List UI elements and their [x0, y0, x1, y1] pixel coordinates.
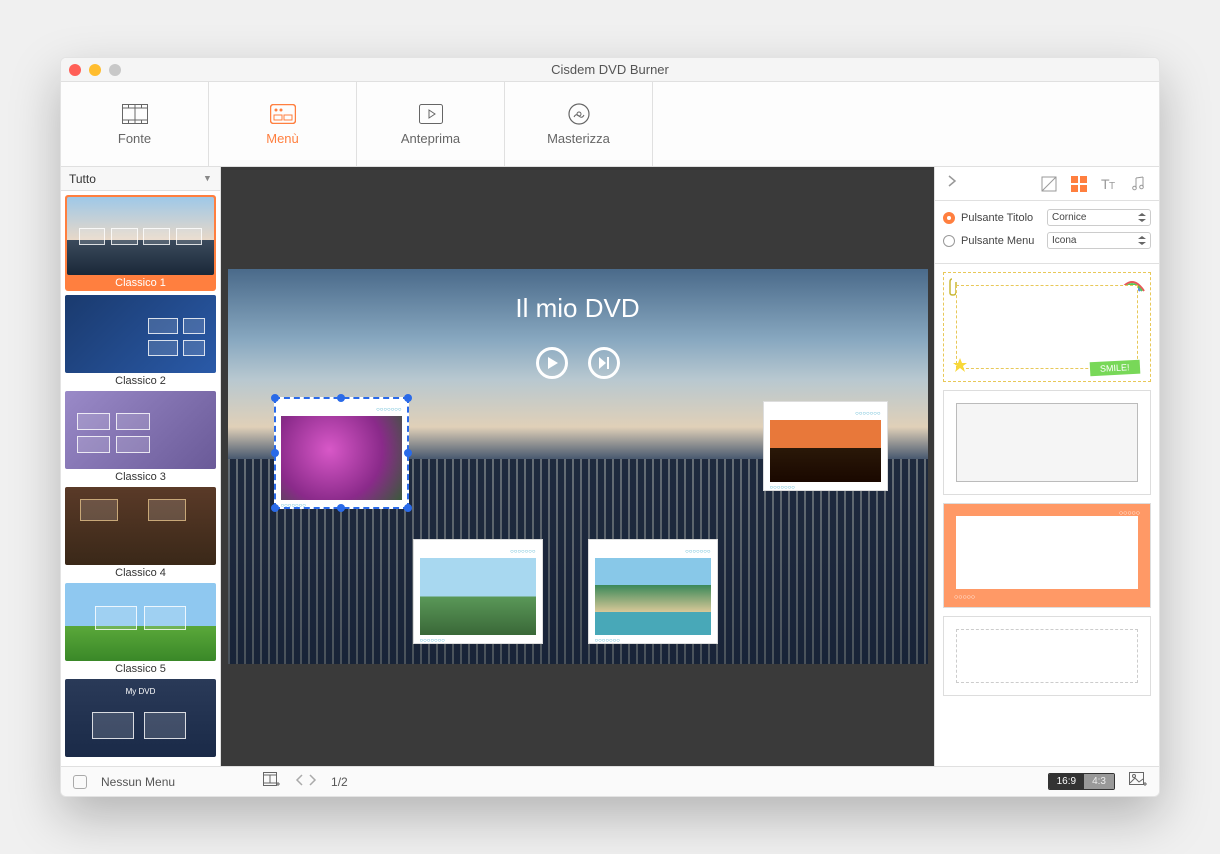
canvas-area: Il mio DVD: [221, 167, 934, 766]
main-toolbar: Fonte Menù Anteprima Masterizza: [61, 82, 1159, 167]
minimize-icon[interactable]: [89, 64, 101, 76]
smile-badge: SMILE!: [1090, 360, 1140, 377]
properties-tabs: TT: [935, 167, 1159, 201]
template-label: Classico 4: [115, 567, 166, 579]
frame-option-smile[interactable]: SMILE!: [943, 272, 1151, 382]
tab-label: Anteprima: [401, 131, 460, 146]
title-button-select[interactable]: Cornice: [1047, 209, 1151, 226]
close-icon[interactable]: [69, 64, 81, 76]
tab-label: Menù: [266, 131, 299, 146]
template-preview: [65, 391, 216, 469]
template-item-my-dvd[interactable]: My DVD: [65, 679, 216, 757]
menu-button-row: Pulsante Menu Icona: [943, 232, 1151, 249]
template-item-classico-3[interactable]: Classico 3: [65, 391, 216, 483]
burn-icon: [565, 103, 593, 125]
tab-background[interactable]: [1041, 176, 1057, 192]
next-button[interactable]: [588, 347, 620, 379]
tab-masterizza[interactable]: Masterizza: [505, 82, 653, 166]
traffic-lights: [69, 64, 121, 76]
template-item-classico-2[interactable]: Classico 2: [65, 295, 216, 387]
template-label: Classico 3: [115, 471, 166, 483]
properties-panel: TT Pulsante Titolo Cornice Pulsante Menu…: [934, 167, 1159, 766]
status-bar: Nessun Menu 1/2 16:9 4:3: [61, 766, 1159, 796]
add-chapter-icon[interactable]: [263, 772, 281, 791]
tab-music[interactable]: [1131, 176, 1147, 192]
title-clip-2[interactable]: [763, 401, 888, 491]
menu-icon: [269, 103, 297, 125]
template-list[interactable]: Classico 1 Classico 2: [61, 191, 220, 766]
template-filter-dropdown[interactable]: Tutto ▲: [61, 167, 220, 191]
svg-text:T: T: [1109, 181, 1115, 192]
dropdown-value: Tutto: [69, 172, 96, 186]
aspect-ratio-toggle[interactable]: 16:9 4:3: [1048, 773, 1115, 790]
star-icon: [952, 357, 968, 373]
frame-option-dots[interactable]: ○○○○○ ○○○○○: [943, 503, 1151, 608]
collapse-panel-button[interactable]: [947, 174, 957, 193]
frame-list[interactable]: SMILE! ○○○○○ ○○○○○: [935, 264, 1159, 766]
aspect-16-9[interactable]: 16:9: [1049, 774, 1084, 789]
title-button-radio[interactable]: [943, 212, 955, 224]
filmstrip-icon: [121, 103, 149, 125]
window-title: Cisdem DVD Burner: [551, 62, 669, 77]
app-window: Cisdem DVD Burner Fonte Menù Anteprima M…: [60, 57, 1160, 797]
template-item-classico-4[interactable]: Classico 4: [65, 487, 216, 579]
template-item-classico-1[interactable]: Classico 1: [65, 195, 216, 291]
tab-label: Masterizza: [547, 131, 610, 146]
tab-label: Fonte: [118, 131, 151, 146]
menu-button-select[interactable]: Icona: [1047, 232, 1151, 249]
title-clip-3[interactable]: [413, 539, 543, 644]
template-label: Classico 5: [115, 663, 166, 675]
no-menu-checkbox[interactable]: [73, 775, 87, 789]
button-properties: Pulsante Titolo Cornice Pulsante Menu Ic…: [935, 201, 1159, 264]
menu-button-label: Pulsante Menu: [961, 235, 1041, 247]
next-page-button[interactable]: [308, 774, 317, 789]
title-button-row: Pulsante Titolo Cornice: [943, 209, 1151, 226]
tab-anteprima[interactable]: Anteprima: [357, 82, 505, 166]
page-indicator: 1/2: [331, 775, 348, 789]
title-clip-4[interactable]: [588, 539, 718, 644]
menu-title-text[interactable]: Il mio DVD: [228, 293, 928, 324]
preview-icon: [417, 103, 445, 125]
add-image-icon[interactable]: [1129, 772, 1147, 791]
template-preview: [65, 583, 216, 661]
tab-text[interactable]: TT: [1101, 176, 1117, 192]
tab-frame[interactable]: [1071, 176, 1087, 192]
template-label: Classico 2: [115, 375, 166, 387]
aspect-4-3[interactable]: 4:3: [1084, 774, 1114, 789]
template-sidebar: Tutto ▲ Classico 1: [61, 167, 221, 766]
title-button-label: Pulsante Titolo: [961, 212, 1041, 224]
prev-page-button[interactable]: [295, 774, 304, 789]
tab-menu[interactable]: Menù: [209, 82, 357, 166]
play-button[interactable]: [536, 347, 568, 379]
template-preview: [65, 487, 216, 565]
template-preview: [65, 295, 216, 373]
template-preview: [67, 197, 214, 275]
template-preview: My DVD: [65, 679, 216, 757]
canvas-viewport[interactable]: Il mio DVD: [221, 167, 934, 766]
no-menu-label: Nessun Menu: [101, 775, 175, 789]
content: Tutto ▲ Classico 1: [61, 167, 1159, 766]
frame-option-plain[interactable]: [943, 390, 1151, 495]
tab-fonte[interactable]: Fonte: [61, 82, 209, 166]
playback-controls: [228, 347, 928, 379]
dvd-menu-canvas[interactable]: Il mio DVD: [228, 269, 928, 664]
chevron-down-icon: ▲: [203, 174, 212, 184]
frame-option-stamp[interactable]: [943, 616, 1151, 696]
zoom-icon[interactable]: [109, 64, 121, 76]
menu-button-radio[interactable]: [943, 235, 955, 247]
title-clip-1[interactable]: [274, 397, 409, 509]
titlebar[interactable]: Cisdem DVD Burner: [61, 58, 1159, 82]
template-item-classico-5[interactable]: Classico 5: [65, 583, 216, 675]
template-label: Classico 1: [115, 277, 166, 289]
